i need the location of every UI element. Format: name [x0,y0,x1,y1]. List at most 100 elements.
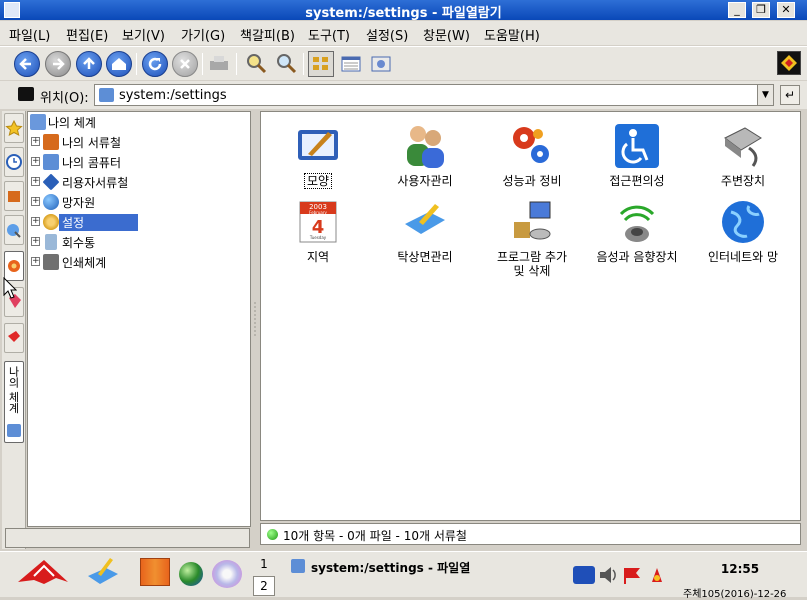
menu-view[interactable]: 보기(V) [122,25,165,44]
home-folder-launcher-icon[interactable] [140,558,170,586]
stop-icon[interactable] [172,51,198,77]
clock[interactable]: 12:55 [700,562,780,576]
maximize-button[interactable]: ❐ [752,2,770,18]
history-tab[interactable] [4,147,24,177]
reload-icon[interactable] [142,51,168,77]
calendar-month: February [309,210,327,215]
location-dropdown-icon[interactable]: ▼ [757,85,773,105]
browser-launcher-icon[interactable] [179,562,203,586]
expand-icon[interactable]: + [31,217,40,226]
zoom-out-icon[interactable] [273,51,299,77]
tree-item-my-computer[interactable]: + 나의 콤퓨터 [28,153,252,171]
tree-item-printing[interactable]: + 인쇄체계 [28,253,252,271]
menu-window[interactable]: 창문(W) [423,25,470,44]
menu-help[interactable]: 도움말(H) [484,25,540,44]
tree-item-label: 회수통 [62,236,96,250]
menu-bookmarks[interactable]: 책갈피(B) [240,25,295,44]
settings-item-sound[interactable]: 음성과 음향장치 [582,198,692,272]
menu-bar: 파일(L) 편집(E) 보기(V) 가기(G) 책갈피(B) 도구(T) 설정(… [0,21,807,45]
tree-item-my-documents[interactable]: + 나의 서류철 [28,133,252,151]
up-icon[interactable] [76,51,102,77]
zoom-in-icon[interactable] [243,51,269,77]
icon-view-icon[interactable] [308,51,334,77]
expand-icon[interactable]: + [31,237,40,246]
printer-icon [43,254,59,270]
settings-item-appearance[interactable]: 모양 [263,122,373,196]
expand-icon[interactable]: + [31,177,40,186]
preview-view-icon[interactable] [368,51,394,77]
tree-item-user-folders[interactable]: + 리용자서류철 [28,173,252,191]
pane-splitter[interactable] [252,300,258,340]
expand-icon[interactable]: + [31,197,40,206]
users-icon [401,122,449,170]
settings-item-label: 탁상면관리 [397,250,453,264]
taskbar-task-file-manager[interactable]: system:/settings - 파일열 [287,556,567,576]
menu-file[interactable]: 파일(L) [9,25,50,44]
desktop-pager-1[interactable]: 1 [253,554,275,574]
home-icon[interactable] [106,51,132,77]
minimize-button[interactable]: _ [728,2,746,18]
desktop-pager-2[interactable]: 2 [253,576,275,596]
network-tab[interactable] [4,215,24,245]
tree-item-settings[interactable]: + 설정 [28,213,252,231]
settings-item-add-remove-programs[interactable]: 프로그람 추가 및 삭제 [477,198,587,288]
settings-item-label: 음성과 음향장치 [596,250,678,264]
window-title: system:/settings - 파일열람기 [305,6,502,21]
home-folder-tab[interactable] [4,181,24,211]
detail-view-icon[interactable] [338,51,364,77]
menu-settings[interactable]: 설정(S) [366,25,408,44]
settings-location-icon [99,88,114,102]
volume-tray-icon[interactable] [598,564,618,586]
my-system-icon [30,114,46,130]
settings-item-region[interactable]: 2003 February 4 Tuesday 지역 [263,198,373,272]
bookmarks-tab[interactable] [4,113,24,143]
go-button[interactable]: ↵ [780,85,800,105]
accessibility-icon [613,122,661,170]
close-button[interactable]: ✕ [777,2,795,18]
show-desktop-icon[interactable] [86,554,120,586]
tree-item-trash[interactable]: + 회수통 [28,233,252,251]
settings-icon-view[interactable]: 모양 사용자관리 성능과 정비 접근편의성 주변장치 2003 February… [260,111,801,521]
settings-item-desktop[interactable]: 탁상면관리 [370,198,480,272]
forward-icon[interactable] [45,51,71,77]
expand-icon[interactable]: + [31,257,40,266]
expand-icon[interactable]: + [31,137,40,146]
my-system-tab[interactable]: 나의 체계 [4,361,24,443]
tree-root[interactable]: 나의 체계 [28,113,252,131]
start-menu-icon[interactable] [14,556,72,586]
desktop-icon [401,198,449,246]
flag-tray-icon[interactable] [622,566,642,584]
menu-edit[interactable]: 편집(E) [66,25,108,44]
sound-icon [613,198,661,246]
toolbar-separator [303,53,304,75]
clear-location-icon[interactable] [18,87,34,101]
location-input[interactable]: system:/settings [94,84,774,106]
settings-item-user-management[interactable]: 사용자관리 [370,122,480,196]
computer-icon [43,154,59,170]
network-tray-icon[interactable] [573,566,595,584]
performance-icon [508,122,556,170]
toolbar-separator [202,53,203,75]
menu-go[interactable]: 가기(G) [181,25,225,44]
back-icon[interactable] [14,51,40,77]
network-icon [43,194,59,210]
peripherals-icon [719,122,767,170]
settings-item-label: 모양 [303,173,333,189]
settings-item-performance[interactable]: 성능과 정비 [477,122,587,196]
tree-item-label: 인쇄체계 [62,256,107,270]
media-tab[interactable] [4,323,24,353]
media-launcher-icon[interactable] [212,560,242,588]
settings-item-accessibility[interactable]: 접근편의성 [582,122,692,196]
klipper-tray-icon[interactable] [650,566,664,584]
menu-tools[interactable]: 도구(T) [308,25,350,44]
folder-tree[interactable]: 나의 체계 + 나의 서류철 + 나의 콤퓨터 + 리용자서류철 + 망자원 +… [27,111,251,527]
print-icon[interactable] [206,51,232,77]
tree-item-network[interactable]: + 망자원 [28,193,252,211]
settings-icon [43,214,59,230]
settings-item-internet-network[interactable]: 인터네트와 망 [688,198,798,272]
settings-item-peripherals[interactable]: 주변장치 [688,122,798,196]
settings-item-label: 사용자관리 [397,174,453,188]
expand-icon[interactable]: + [31,157,40,166]
calendar-weekday: Tuesday [309,235,327,240]
folder-icon [43,134,59,150]
